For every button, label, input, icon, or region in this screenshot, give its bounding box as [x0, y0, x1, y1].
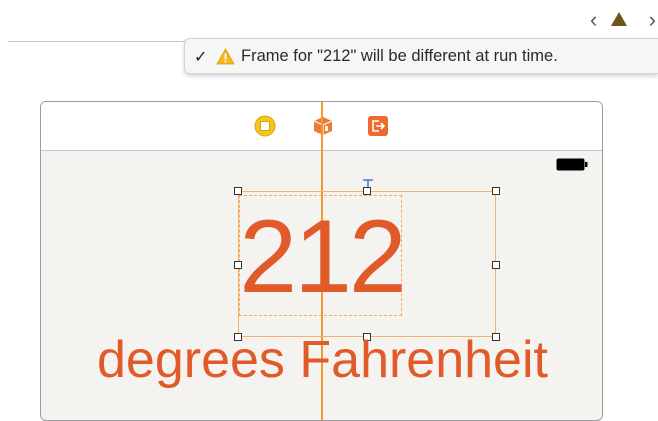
resize-handle-top-left[interactable] [234, 187, 242, 195]
battery-icon [556, 158, 588, 171]
checkmark-icon: ✓ [194, 49, 208, 66]
temperature-label[interactable]: 212 [239, 202, 407, 312]
top-nav: ‹ › [590, 9, 658, 31]
chevron-left-icon[interactable]: ‹ [590, 9, 597, 31]
issue-message: Frame for "212" will be different at run… [241, 47, 558, 65]
view-controller-scene[interactable]: 212 degrees Fahrenheit [40, 101, 603, 421]
view-controller-icon[interactable] [254, 115, 276, 137]
warning-icon [216, 48, 235, 70]
resize-handle-top[interactable] [363, 187, 371, 195]
warning-triangle-icon[interactable] [610, 11, 628, 32]
resize-handle-top-right[interactable] [492, 187, 500, 195]
resize-handle-right[interactable] [492, 261, 500, 269]
chevron-right-icon[interactable]: › [649, 9, 656, 31]
issue-popup[interactable]: ✓ Frame for "212" will be different at r… [184, 38, 658, 74]
unit-label[interactable]: degrees Fahrenheit [41, 330, 602, 390]
first-responder-icon[interactable] [312, 115, 334, 137]
exit-icon[interactable] [367, 115, 389, 137]
